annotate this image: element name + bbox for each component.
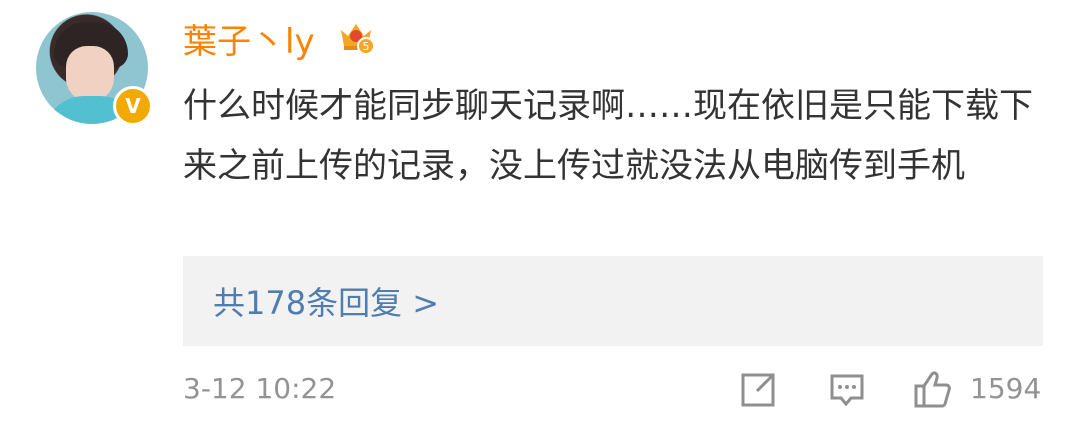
verified-icon: V (113, 86, 153, 126)
comment-icon[interactable] (826, 368, 868, 410)
crown-badge-icon[interactable]: 5 (336, 16, 376, 56)
like-count: 1594 (970, 372, 1042, 405)
username[interactable]: 葉子丶ly (183, 14, 315, 63)
replies-link[interactable]: 共178条回复 > (213, 278, 439, 324)
timestamp: 3-12 10:22 (183, 372, 337, 405)
replies-box[interactable]: 共178条回复 > (183, 256, 1043, 346)
comment-content: 什么时候才能同步聊天记录啊……现在依旧是只能下载下来之前上传的记录，没上传过就没… (183, 86, 1033, 186)
svg-text:5: 5 (363, 40, 370, 53)
avatar-face (66, 46, 114, 102)
share-icon[interactable] (738, 368, 780, 410)
like-icon[interactable] (912, 368, 954, 410)
